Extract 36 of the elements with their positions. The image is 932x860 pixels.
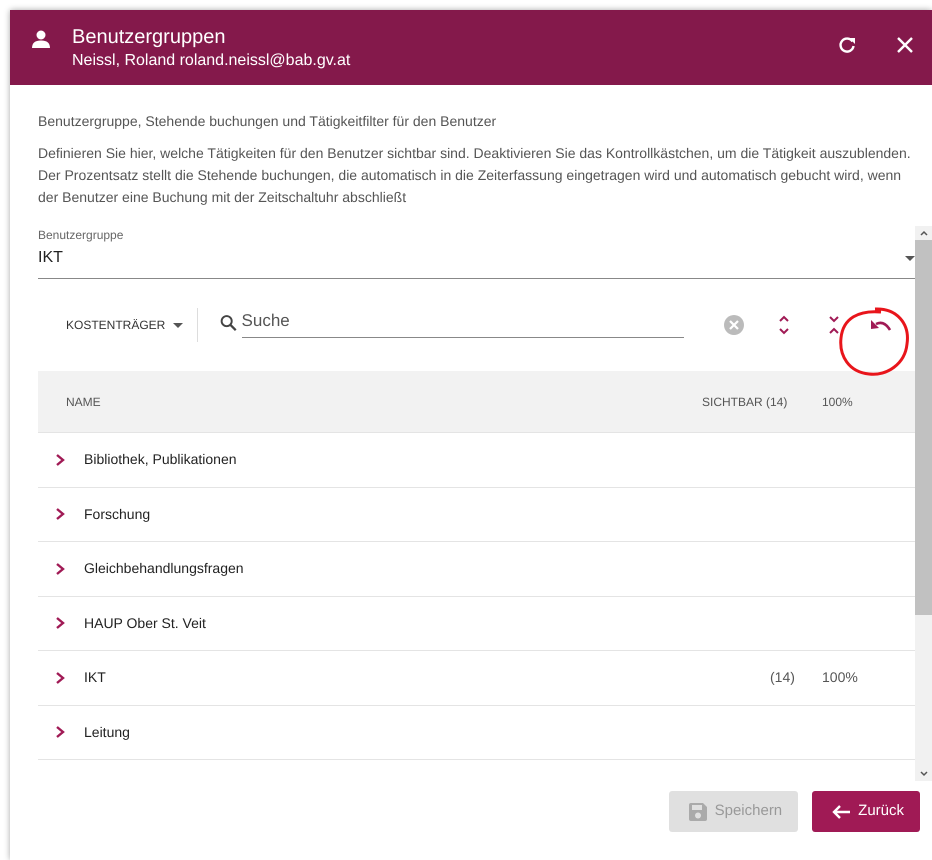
- refresh-icon: [838, 36, 856, 54]
- expand-button[interactable]: [54, 562, 66, 575]
- collapse-icon: [828, 315, 840, 335]
- expand-button[interactable]: [54, 672, 66, 684]
- close-icon: [896, 36, 914, 54]
- clear-icon: [724, 315, 744, 335]
- user-subtitle: Neissl, Roland roland.neissl@bab.gv.at: [72, 51, 352, 71]
- intro-text: Benutzergruppe, Stehende buchungen und Tätigkeitfilter für den Benutzer: [38, 112, 498, 131]
- expand-icon: [778, 315, 790, 335]
- row-name: Gleichbehandlungsfragen: [84, 559, 245, 578]
- arrow-left-icon: [832, 804, 850, 818]
- caret-icon: [173, 322, 184, 328]
- expand-button[interactable]: [54, 617, 66, 630]
- column-header: NAME: [66, 394, 102, 410]
- scrollbar[interactable]: [915, 226, 932, 781]
- row-name: IKT: [84, 668, 107, 688]
- column-header: 100%: [822, 394, 854, 410]
- description-text: Definieren Sie hier, welche Tätigkeiten für den Benutzer sichtbar sind. Deaktivieren Sie das Kontrollkästchen, um die Tätigkeit auszublenden. Der Prozentsatz stellt die Stehende buchungen, die automatisch in die Zeiterfassung eingetragen wird und automatisch gebucht wird, wenn der Benutzer eine Buchung mit der Zeitschaltuhr abschließt: [38, 144, 912, 207]
- expand-button[interactable]: [54, 726, 66, 738]
- row-name: Leitung: [84, 722, 131, 742]
- expand-button[interactable]: [54, 454, 66, 466]
- back-button[interactable]: Zurück: [812, 791, 920, 832]
- caret-icon: [905, 256, 915, 260]
- row-name: Forschung: [84, 504, 152, 524]
- field-label: Benutzergruppe: [38, 227, 124, 244]
- undo-icon: [870, 318, 892, 332]
- search-icon: [220, 314, 238, 332]
- dialog-title: Benutzergruppen: [72, 25, 226, 50]
- row-name: Bibliothek, Publikationen: [84, 450, 238, 470]
- person-icon: [32, 30, 50, 48]
- percent-value: 100%: [822, 668, 859, 688]
- type-dropdown[interactable]: KOSTENTRÄGER: [66, 308, 198, 342]
- row-name: HAUP Ober St. Veit: [84, 614, 207, 633]
- visible-count: (14): [769, 668, 796, 688]
- expand-button[interactable]: [54, 508, 66, 520]
- column-header: SICHTBAR (14): [702, 394, 788, 410]
